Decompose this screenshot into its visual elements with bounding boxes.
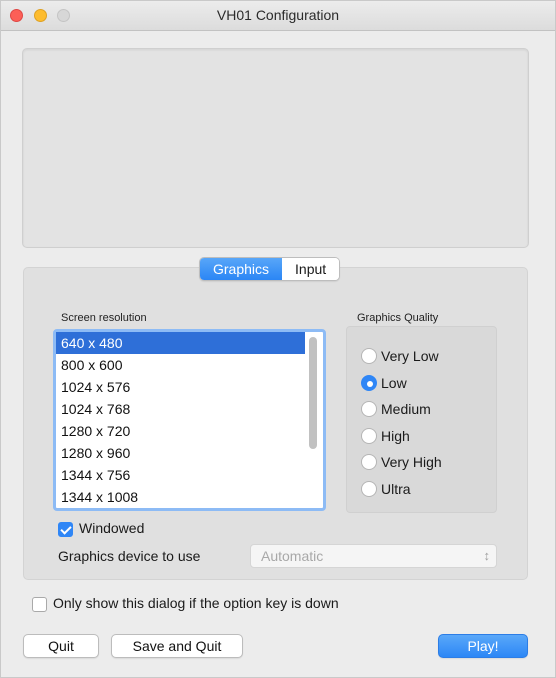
resolution-item[interactable]: 1344 x 1008 xyxy=(56,486,305,508)
resolution-item[interactable]: 1024 x 576 xyxy=(56,376,305,398)
resolution-item[interactable]: 1280 x 720 xyxy=(56,420,305,442)
resolution-item[interactable]: 1344 x 756 xyxy=(56,464,305,486)
quality-option-label: Medium xyxy=(381,401,431,417)
graphics-device-value: Automatic xyxy=(261,548,324,564)
windowed-label: Windowed xyxy=(79,520,145,536)
tab-input[interactable]: Input xyxy=(282,258,340,280)
resolution-list-scrollbar[interactable] xyxy=(309,337,317,449)
resolution-item[interactable]: 800 x 600 xyxy=(56,354,305,376)
option-key-label: Only show this dialog if the option key … xyxy=(53,595,339,611)
windowed-checkbox[interactable] xyxy=(58,522,73,537)
window-title: VH01 Configuration xyxy=(216,7,340,23)
radio-icon[interactable] xyxy=(361,428,377,444)
radio-icon[interactable] xyxy=(361,401,377,417)
graphics-device-select[interactable]: Automatic ↕ xyxy=(250,544,497,568)
resolution-item[interactable]: 640 x 480 xyxy=(56,332,305,354)
radio-icon[interactable] xyxy=(361,348,377,364)
chevron-updown-icon: ↕ xyxy=(483,548,491,563)
screen-resolution-label: Screen resolution xyxy=(61,312,147,324)
save-and-quit-button[interactable]: Save and Quit xyxy=(111,634,243,658)
quit-button[interactable]: Quit xyxy=(23,634,99,658)
quality-option-label: Low xyxy=(381,375,407,391)
radio-selected-icon[interactable] xyxy=(361,375,377,391)
configuration-window: VH01 Configuration Graphics Input Screen… xyxy=(0,0,556,678)
quality-option-very-high[interactable]: Very High xyxy=(361,451,442,473)
resolution-item[interactable]: 1024 x 768 xyxy=(56,398,305,420)
resolution-list-items: 640 x 480 800 x 600 1024 x 576 1024 x 76… xyxy=(56,332,305,508)
quality-option-label: High xyxy=(381,428,410,444)
quality-option-label: Very High xyxy=(381,454,442,470)
graphics-quality-label: Graphics Quality xyxy=(357,312,439,324)
quality-option-very-low[interactable]: Very Low xyxy=(361,345,439,367)
preview-image-area xyxy=(22,48,529,248)
quality-option-high[interactable]: High xyxy=(361,425,410,447)
quality-option-medium[interactable]: Medium xyxy=(361,398,431,420)
quality-option-label: Ultra xyxy=(381,481,411,497)
play-button[interactable]: Play! xyxy=(438,634,528,658)
radio-icon[interactable] xyxy=(361,481,377,497)
quality-option-label: Very Low xyxy=(381,348,439,364)
option-key-checkbox[interactable] xyxy=(32,597,47,612)
resolution-item[interactable]: 1280 x 960 xyxy=(56,442,305,464)
radio-icon[interactable] xyxy=(361,454,377,470)
quality-option-low[interactable]: Low xyxy=(361,372,407,394)
title-bar[interactable]: VH01 Configuration xyxy=(1,1,555,31)
tab-graphics[interactable]: Graphics xyxy=(200,258,283,280)
quality-option-ultra[interactable]: Ultra xyxy=(361,478,411,500)
graphics-device-label: Graphics device to use xyxy=(58,548,201,564)
resolution-list[interactable]: 640 x 480 800 x 600 1024 x 576 1024 x 76… xyxy=(53,329,326,511)
tab-bar: Graphics Input xyxy=(199,257,341,281)
